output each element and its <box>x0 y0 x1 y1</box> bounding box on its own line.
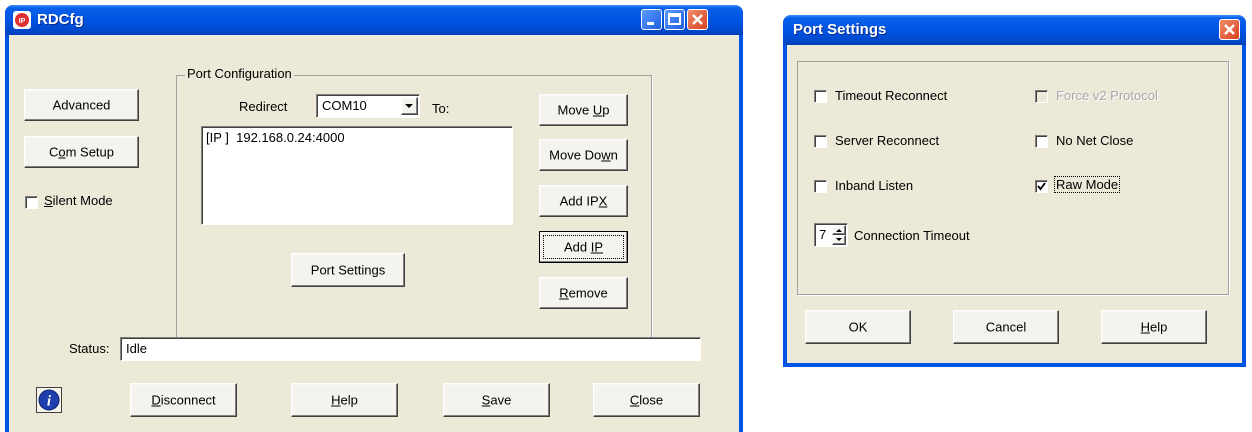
chevron-up-icon <box>836 229 842 232</box>
no-net-close-label[interactable]: No Net Close <box>1056 133 1133 148</box>
force-v2-protocol-checkbox <box>1035 90 1048 103</box>
redirect-target-list[interactable]: [IP ] 192.168.0.24:4000 <box>201 126 513 225</box>
disconnect-button[interactable]: Disconnect <box>130 383 237 417</box>
port-configuration-label: Port Configuration <box>185 66 294 81</box>
timeout-reconnect-checkbox[interactable] <box>814 90 827 103</box>
redirect-dropdown-button[interactable] <box>401 97 418 115</box>
raw-mode-label[interactable]: Raw Mode <box>1053 176 1121 193</box>
status-label: Status: <box>69 341 110 356</box>
minimize-button[interactable] <box>641 9 662 30</box>
dialog-client-area: Timeout Reconnect Force v2 Protocol Serv… <box>787 45 1242 363</box>
to-label: To: <box>432 101 450 116</box>
connection-timeout-input[interactable]: 7 <box>814 223 848 247</box>
chevron-down-icon <box>836 238 842 241</box>
dialog-title-bar[interactable]: Port Settings <box>783 15 1246 45</box>
spinner-down-button[interactable] <box>832 235 846 245</box>
spinner-up-button[interactable] <box>832 225 846 235</box>
move-up-button[interactable]: Move Up <box>539 94 628 126</box>
com-setup-button[interactable]: Com Setup <box>24 136 139 168</box>
redirect-value: COM10 <box>322 98 367 113</box>
chevron-down-icon <box>405 104 413 108</box>
dialog-title: Port Settings <box>793 21 887 38</box>
window-title: RDCfg <box>37 11 84 28</box>
redirect-label: Redirect <box>239 99 288 114</box>
connection-timeout-value: 7 <box>819 227 827 242</box>
close-icon <box>692 14 703 25</box>
save-button[interactable]: Save <box>443 383 550 417</box>
connection-timeout-label: Connection Timeout <box>854 228 970 243</box>
port-settings-dialog: Port Settings Timeout Reconnect Force v2… <box>783 15 1246 367</box>
force-v2-protocol-label: Force v2 Protocol <box>1056 88 1158 103</box>
move-down-button[interactable]: Move Down <box>539 139 628 171</box>
advanced-button[interactable]: Advanced <box>24 89 139 121</box>
svg-text:IP: IP <box>19 18 26 25</box>
remove-button[interactable]: Remove <box>539 277 628 309</box>
checkmark-icon <box>1037 182 1046 191</box>
add-ipx-button[interactable]: Add IPX <box>539 185 628 217</box>
server-reconnect-checkbox[interactable] <box>814 135 827 148</box>
close-window-button[interactable] <box>687 9 708 30</box>
cancel-button[interactable]: Cancel <box>953 310 1059 344</box>
port-settings-button[interactable]: Port Settings <box>291 253 405 287</box>
rdcfg-window: IP RDCfg Advanced Com Setup Silent Mode … <box>5 5 743 432</box>
info-icon[interactable]: i <box>36 387 62 413</box>
server-reconnect-label[interactable]: Server Reconnect <box>835 133 939 148</box>
app-icon: IP <box>13 11 31 29</box>
silent-mode-label[interactable]: Silent Mode <box>44 193 113 208</box>
maximize-icon <box>668 13 681 25</box>
main-client-area: Advanced Com Setup Silent Mode Port Conf… <box>9 35 739 432</box>
redirect-select[interactable]: COM10 <box>316 94 420 118</box>
no-net-close-checkbox[interactable] <box>1035 135 1048 148</box>
close-button[interactable]: Close <box>593 383 700 417</box>
list-item[interactable]: [IP ] 192.168.0.24:4000 <box>206 130 345 145</box>
dialog-help-button[interactable]: Help <box>1101 310 1207 344</box>
dialog-close-button[interactable] <box>1219 19 1240 40</box>
minimize-icon <box>647 22 654 25</box>
status-field: Idle <box>120 337 701 361</box>
help-button[interactable]: Help <box>291 383 398 417</box>
raw-mode-checkbox[interactable] <box>1035 180 1048 193</box>
timeout-reconnect-label[interactable]: Timeout Reconnect <box>835 88 947 103</box>
close-icon <box>1224 24 1235 35</box>
inband-listen-label[interactable]: Inband Listen <box>835 178 913 193</box>
add-ip-button[interactable]: Add IP <box>539 231 628 263</box>
status-value: Idle <box>126 341 147 356</box>
com-setup-label: Com Setup <box>48 144 115 160</box>
maximize-button[interactable] <box>664 9 685 30</box>
inband-listen-checkbox[interactable] <box>814 180 827 193</box>
ok-button[interactable]: OK <box>805 310 911 344</box>
silent-mode-checkbox[interactable] <box>25 196 38 209</box>
title-bar[interactable]: IP RDCfg <box>5 5 743 35</box>
